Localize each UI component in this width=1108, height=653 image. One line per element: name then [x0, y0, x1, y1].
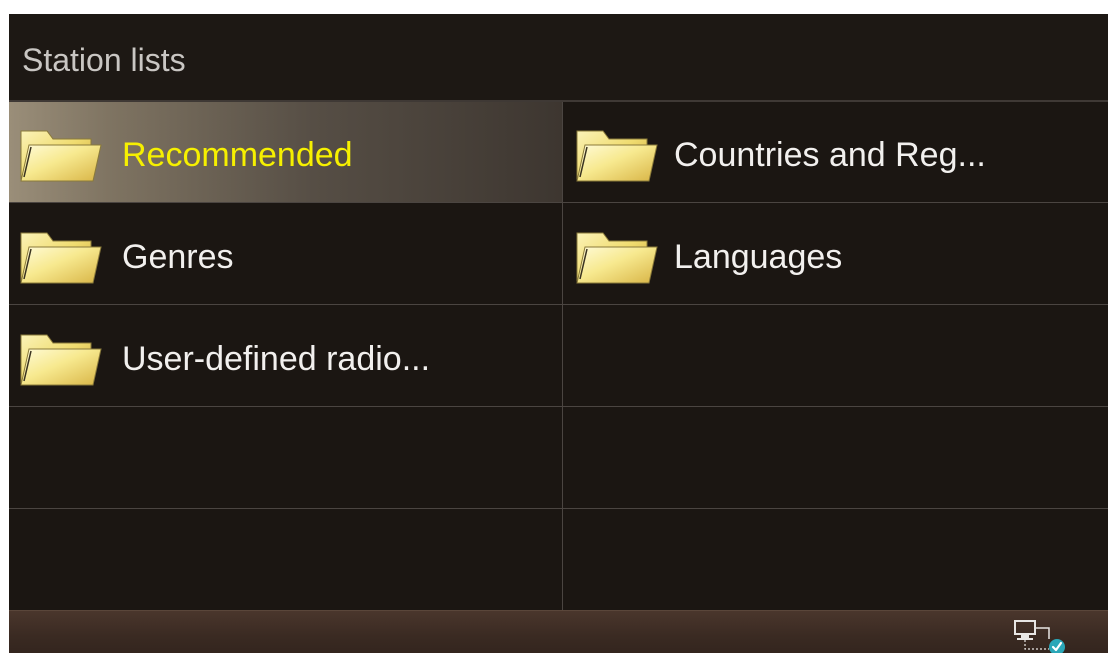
- folder-icon: [576, 130, 658, 182]
- list-item-genres[interactable]: Genres: [9, 204, 562, 305]
- folder-icon: [20, 334, 102, 386]
- list-item-empty: [563, 510, 1108, 611]
- list-item-label: Countries and Reg...: [674, 136, 986, 174]
- list-item-label: Languages: [674, 238, 843, 276]
- list-item-label: User-defined radio...: [122, 340, 431, 378]
- station-list-grid: Recommended Countries and Reg... Genres …: [9, 102, 1108, 610]
- station-list-screen: Station lists Recommended Countries and …: [9, 14, 1108, 653]
- list-item-recommended[interactable]: Recommended: [9, 102, 562, 203]
- list-item-user-defined-radio[interactable]: User-defined radio...: [9, 306, 562, 407]
- list-item-label: Recommended: [122, 136, 353, 174]
- network-connected-icon: [1014, 620, 1065, 653]
- status-bar: [9, 610, 1108, 653]
- folder-icon: [20, 232, 102, 284]
- list-item-empty: [9, 408, 562, 509]
- list-item-empty: [563, 306, 1108, 407]
- list-item-label: Genres: [122, 238, 234, 276]
- title-bar: Station lists: [9, 14, 1108, 102]
- folder-icon: [20, 130, 102, 182]
- list-item-countries-and-regions[interactable]: Countries and Reg...: [563, 102, 1108, 203]
- folder-icon: [576, 232, 658, 284]
- list-item-empty: [9, 510, 562, 611]
- list-item-languages[interactable]: Languages: [563, 204, 1108, 305]
- list-item-empty: [563, 408, 1108, 509]
- page-title: Station lists: [22, 42, 186, 78]
